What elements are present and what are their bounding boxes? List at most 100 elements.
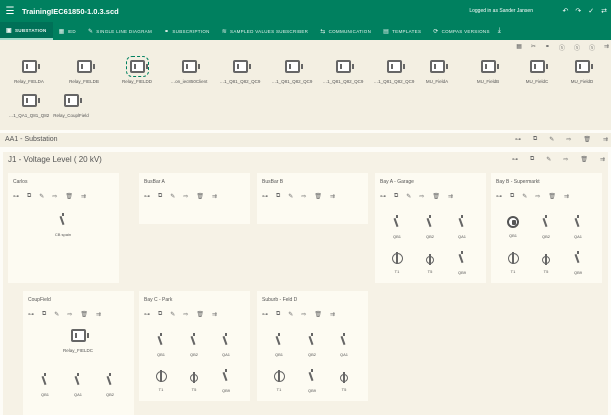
- equipment-item[interactable]: QB9: [563, 251, 593, 275]
- edit-icon[interactable]: ✎: [288, 311, 293, 318]
- equipment-item[interactable]: QB1: [498, 215, 528, 238]
- equipment-item[interactable]: QA1: [447, 215, 477, 239]
- add-icon[interactable]: ⇉: [603, 136, 608, 143]
- delete-icon[interactable]: 🗑: [314, 193, 322, 200]
- ied-item[interactable]: …on_iec850Client: [162, 60, 216, 84]
- equipment-item[interactable]: QB1: [264, 333, 294, 357]
- lnode-icon[interactable]: ⊶: [515, 136, 521, 143]
- delete-icon[interactable]: 🗑: [196, 311, 204, 318]
- move-icon[interactable]: ⇨: [52, 193, 57, 200]
- lnode-icon[interactable]: ⊶: [496, 193, 502, 200]
- ied-item-selected[interactable]: Relay_FIELDD: [110, 56, 164, 84]
- copy-icon[interactable]: ⧉: [394, 193, 398, 200]
- edit-icon[interactable]: ✎: [406, 193, 411, 200]
- lnode-icon[interactable]: ⊶: [144, 311, 150, 318]
- copy-icon[interactable]: ⧉: [158, 311, 162, 318]
- move-icon[interactable]: ⇨: [535, 193, 540, 200]
- equipment-item[interactable]: QB1: [146, 333, 176, 357]
- copy-icon[interactable]: ⧉: [158, 193, 162, 200]
- delete-icon[interactable]: 🗑: [548, 193, 556, 200]
- edit-icon[interactable]: ✎: [522, 193, 527, 200]
- lnode-icon[interactable]: ⊶: [144, 193, 150, 200]
- delete-icon[interactable]: 🗑: [65, 193, 73, 200]
- equipment-item[interactable]: QB2: [297, 333, 327, 357]
- delete-icon[interactable]: 🗑: [196, 193, 204, 200]
- copy-icon[interactable]: ⧉: [276, 193, 280, 200]
- add-icon[interactable]: ⇉: [330, 311, 335, 318]
- delete-icon[interactable]: 🗑: [583, 136, 591, 143]
- ied-item[interactable]: Relay_FIELDA: [2, 60, 56, 84]
- copy-icon[interactable]: ⧉: [510, 193, 514, 200]
- tab-subscription[interactable]: ⚭ SUBSCRIPTION: [158, 22, 216, 40]
- copy-icon[interactable]: ⧉: [530, 156, 534, 163]
- menu-icon[interactable]: ☰: [0, 6, 20, 17]
- add-icon[interactable]: ⇉: [96, 311, 101, 318]
- equipment-item[interactable]: QB2: [415, 215, 445, 239]
- equipment-item[interactable]: T1: [264, 369, 294, 392]
- copy-icon[interactable]: ⧉: [533, 136, 537, 143]
- edit-icon[interactable]: ✎: [170, 193, 175, 200]
- equipment-item[interactable]: T5: [179, 369, 209, 392]
- lnode-icon[interactable]: ⊶: [262, 193, 268, 200]
- info-icon[interactable]: ⓢ: [559, 43, 565, 52]
- equipment-item[interactable]: QB1: [382, 215, 412, 239]
- equipment-item[interactable]: T1: [382, 251, 412, 274]
- tab-sampled-values-subscriber[interactable]: ≋ SAMPLED VALUES SUBSCRIBER: [216, 22, 315, 40]
- add-icon[interactable]: ⇉: [564, 193, 569, 200]
- equipment-item[interactable]: QB2: [179, 333, 209, 357]
- move-icon[interactable]: ⇨: [301, 193, 306, 200]
- lnode-icon[interactable]: ⊶: [380, 193, 386, 200]
- ied-icon[interactable]: ▦: [516, 43, 522, 52]
- ied-item[interactable]: Relay_FIELDC: [51, 329, 105, 353]
- ied-item[interactable]: …1_Q81_Q82_QC9: [265, 60, 319, 84]
- validate-icon[interactable]: ✓: [588, 7, 594, 15]
- add-icon[interactable]: ⇉: [448, 193, 453, 200]
- edit-icon[interactable]: ✎: [288, 193, 293, 200]
- move-icon[interactable]: ⇨: [183, 311, 188, 318]
- edit-icon[interactable]: ✎: [546, 156, 551, 163]
- ied-item[interactable]: MU_FieldD: [555, 60, 609, 84]
- delete-icon[interactable]: 🗑: [580, 156, 588, 163]
- settings-icon[interactable]: ⓢ: [574, 43, 580, 52]
- lnode-icon[interactable]: ⊶: [512, 156, 518, 163]
- add-icon[interactable]: ⇉: [212, 311, 217, 318]
- add-icon[interactable]: ⇉: [81, 193, 86, 200]
- lnode-icon[interactable]: ⊶: [262, 311, 268, 318]
- move-icon[interactable]: ⇨: [563, 156, 568, 163]
- lnode-icon[interactable]: ⊶: [28, 311, 34, 318]
- ied-item[interactable]: MU_FieldA: [410, 60, 464, 84]
- redo-icon[interactable]: ↷: [575, 7, 581, 15]
- unlink-icon[interactable]: ✂: [531, 43, 536, 52]
- add-icon[interactable]: ⇉: [212, 193, 217, 200]
- tab-templates[interactable]: ▤ TEMPLATES: [377, 22, 427, 40]
- equipment-item[interactable]: QA1: [329, 333, 359, 357]
- move-icon[interactable]: ⇨: [566, 136, 571, 143]
- ied-item[interactable]: MU_FieldB: [461, 60, 515, 84]
- delete-icon[interactable]: 🗑: [80, 311, 88, 318]
- lnode-icon[interactable]: ⊶: [13, 193, 19, 200]
- ied-item[interactable]: …1_Q81_Q82_QC9: [213, 60, 267, 84]
- edit-icon[interactable]: ✎: [39, 193, 44, 200]
- move-icon[interactable]: ⇨: [419, 193, 424, 200]
- equipment-item[interactable]: T5: [329, 369, 359, 392]
- equipment-item[interactable]: QA1: [563, 215, 593, 239]
- tab-substation[interactable]: ▣ SUBSTATION: [0, 22, 53, 40]
- add-icon[interactable]: ⇉: [330, 193, 335, 200]
- delete-icon[interactable]: 🗑: [314, 311, 322, 318]
- tab-single-line-diagram[interactable]: ✎ SINGLE LINE DIAGRAM: [82, 22, 158, 40]
- copy-icon[interactable]: ⧉: [42, 311, 46, 318]
- move-icon[interactable]: ⇉: [604, 43, 609, 52]
- dollar-icon[interactable]: ⓢ: [589, 43, 595, 52]
- equipment-item[interactable]: T5: [415, 251, 445, 274]
- add-icon[interactable]: ⇉: [600, 156, 605, 163]
- copy-icon[interactable]: ⧉: [27, 193, 31, 200]
- save-icon[interactable]: ⤓: [498, 27, 501, 35]
- edit-icon[interactable]: ✎: [170, 311, 175, 318]
- edit-icon[interactable]: ✎: [54, 311, 59, 318]
- tab-ied[interactable]: ▦ IED: [53, 22, 82, 40]
- ied-item[interactable]: …1_Q81_Q82_QC9: [316, 60, 370, 84]
- undo-icon[interactable]: ↶: [563, 7, 569, 15]
- equipment-item[interactable]: QB9: [297, 369, 327, 393]
- equipment-item[interactable]: QA1: [211, 333, 241, 357]
- delete-icon[interactable]: 🗑: [432, 193, 440, 200]
